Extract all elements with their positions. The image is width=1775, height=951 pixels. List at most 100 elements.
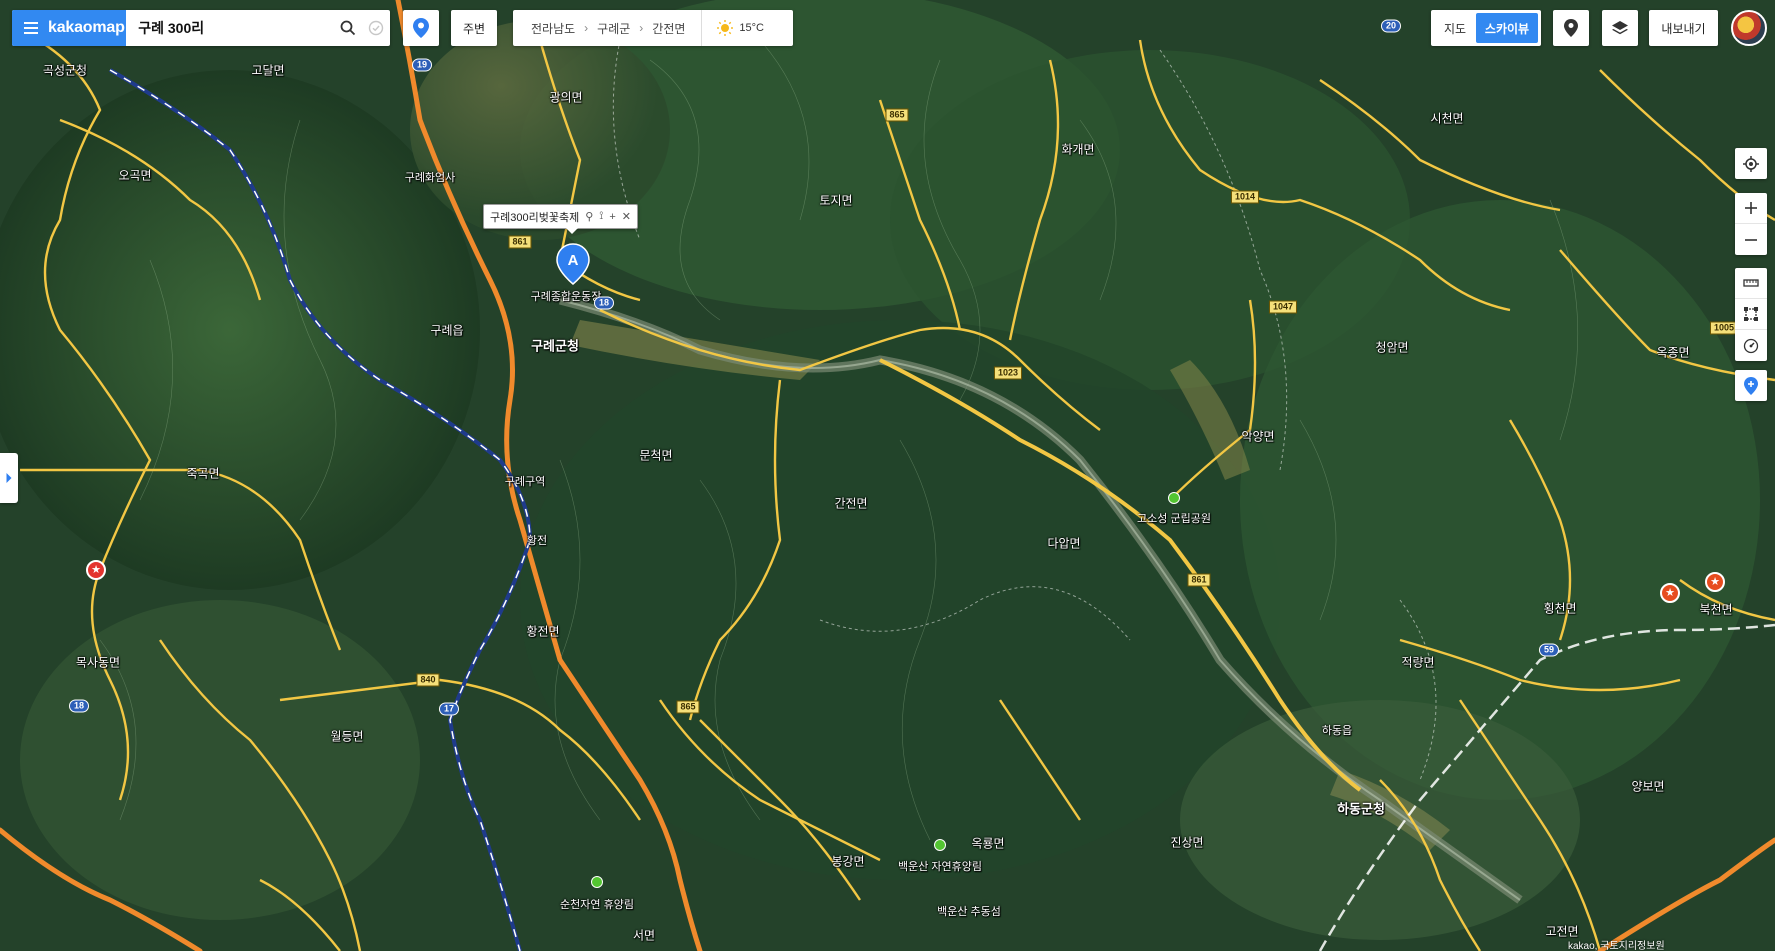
label-gwangui: 광의면 [549, 90, 583, 105]
tab-map[interactable]: 지도 [1434, 13, 1476, 43]
route-badge: 861 [1187, 573, 1211, 587]
menu-button[interactable]: kakaomap [12, 10, 127, 46]
breadcrumb: 전라남도 › 구례군 › 간전면 15°C [513, 10, 793, 46]
roadview-pin-icon [1564, 19, 1578, 37]
pin-icon[interactable]: ⚲ [585, 210, 593, 223]
location-pin-icon [413, 18, 429, 38]
weather-widget[interactable]: 15°C [701, 10, 764, 46]
park-icon[interactable] [591, 876, 603, 888]
label-jeongnyang: 적량면 [1401, 655, 1435, 670]
hamburger-icon [24, 22, 38, 34]
satellite-terrain [0, 0, 1775, 951]
marker-letter: A [568, 252, 579, 269]
zoom-in-button[interactable] [1735, 193, 1767, 224]
route-badge: 18 [68, 699, 90, 713]
layers-icon [1612, 21, 1628, 35]
verify-button[interactable] [362, 10, 390, 46]
marker-a-icon[interactable]: A [556, 243, 590, 285]
route-badge: 19 [411, 58, 433, 72]
label-hadong-office: 하동군청 [1337, 801, 1385, 817]
breadcrumb-province[interactable]: 전라남도 [531, 20, 575, 37]
chevron-right-icon: › [639, 21, 644, 35]
measure-tools [1735, 268, 1767, 361]
label-agyang: 악양면 [1241, 429, 1275, 444]
label-ganjeon: 간전면 [834, 496, 868, 511]
map-canvas[interactable]: 곡성군청 고달면 광의면 오곡면 구례화엄사 토지면 화개면 시천면 구례종합운… [0, 0, 1775, 951]
my-places-button[interactable] [403, 10, 439, 46]
route-badge: 865 [676, 700, 700, 714]
label-gososeong: 고소성 군립공원 [1137, 513, 1211, 525]
search-box: kakaomap [12, 10, 390, 46]
label-hwangjeon: 황전 [526, 535, 548, 547]
copyright: kakao, 국토지리정보원 [1568, 941, 1665, 951]
tab-skyview[interactable]: 스카이뷰 [1476, 13, 1538, 43]
route-badge: 59 [1538, 643, 1560, 657]
label-cheongam: 청암면 [1375, 340, 1409, 355]
chevron-right-icon [6, 473, 12, 483]
label-woldeung: 월등면 [330, 729, 364, 744]
search-input[interactable] [126, 11, 335, 45]
chevron-right-icon: › [584, 21, 589, 35]
route-icon[interactable]: ⟟ [599, 210, 603, 223]
label-muncheok: 문척면 [639, 448, 673, 463]
route-badge: 17 [438, 702, 460, 716]
route-badge: 840 [416, 673, 440, 687]
label-stadium: 구례종합운동장 [530, 291, 602, 303]
ruler-icon [1743, 279, 1759, 287]
check-circle-icon [368, 20, 384, 36]
label-hwagae: 화개면 [1061, 142, 1095, 157]
my-location-button[interactable] [1735, 148, 1767, 179]
label-hoengcheon: 횡천면 [1543, 601, 1577, 616]
label-seo: 서면 [632, 928, 656, 943]
label-moksadong: 목사동면 [75, 655, 121, 670]
label-ongnyong: 옥룡면 [971, 836, 1005, 851]
park-icon[interactable] [934, 839, 946, 851]
label-hwaeomsa: 구례화엄사 [404, 172, 456, 184]
my-location-control [1735, 148, 1767, 179]
search-button[interactable] [334, 10, 362, 46]
area-icon [1744, 307, 1758, 321]
zoom-out-button[interactable] [1735, 224, 1767, 255]
breadcrumb-county[interactable]: 구례군 [597, 20, 630, 37]
avatar[interactable] [1731, 10, 1767, 46]
area-button[interactable] [1735, 299, 1767, 330]
route-badge: 861 [508, 235, 532, 249]
route-badge: 18 [593, 296, 615, 310]
sun-icon [717, 20, 734, 36]
roadview-button[interactable] [1553, 10, 1589, 46]
search-icon [340, 20, 356, 36]
label-bonggang: 봉강면 [831, 854, 865, 869]
place-popup[interactable]: 구례300리벚꽃축제 ⚲ ⟟ + ✕ [483, 204, 639, 234]
zoom-control [1735, 193, 1767, 255]
layers-button[interactable] [1602, 10, 1638, 46]
route-badge: 865 [885, 108, 909, 122]
distance-button[interactable] [1735, 268, 1767, 299]
label-baegunsan-chudong: 백운산 추동섬 [937, 906, 1001, 918]
radius-button[interactable] [1735, 330, 1767, 361]
label-gurye-station: 구례구역 [504, 476, 546, 488]
expand-panel-button[interactable] [0, 453, 18, 503]
label-ogok: 오곡면 [118, 168, 152, 183]
label-suncheon-forest: 순천자연 휴양림 [560, 899, 634, 911]
close-icon[interactable]: ✕ [622, 210, 631, 223]
export-button[interactable]: 내보내기 [1649, 10, 1718, 46]
label-godal: 고달면 [251, 63, 285, 78]
add-icon[interactable]: + [609, 211, 615, 223]
nearby-button[interactable]: 주변 [451, 10, 497, 46]
breadcrumb-town[interactable]: 간전면 [652, 20, 685, 37]
label-gurye-eup: 구례읍 [430, 323, 464, 338]
star-icon[interactable]: ★ [86, 560, 106, 580]
label-baegunsan-forest: 백운산 자연휴양림 [897, 861, 983, 873]
star-icon[interactable]: ★ [1660, 583, 1680, 603]
route-badge: 1047 [1268, 300, 1298, 314]
plus-icon [1745, 202, 1757, 214]
crosshair-icon [1743, 155, 1759, 172]
label-gurye-office: 구례군청 [531, 338, 579, 354]
label-hadong-eup: 하동읍 [1321, 725, 1353, 737]
park-icon[interactable] [1168, 492, 1180, 504]
label-sicheon: 시천면 [1430, 111, 1464, 126]
add-place-button[interactable] [1735, 370, 1767, 401]
star-icon[interactable]: ★ [1705, 572, 1725, 592]
label-gokseong: 곡성군청 [42, 63, 88, 78]
label-yangbo: 양보면 [1631, 779, 1665, 794]
